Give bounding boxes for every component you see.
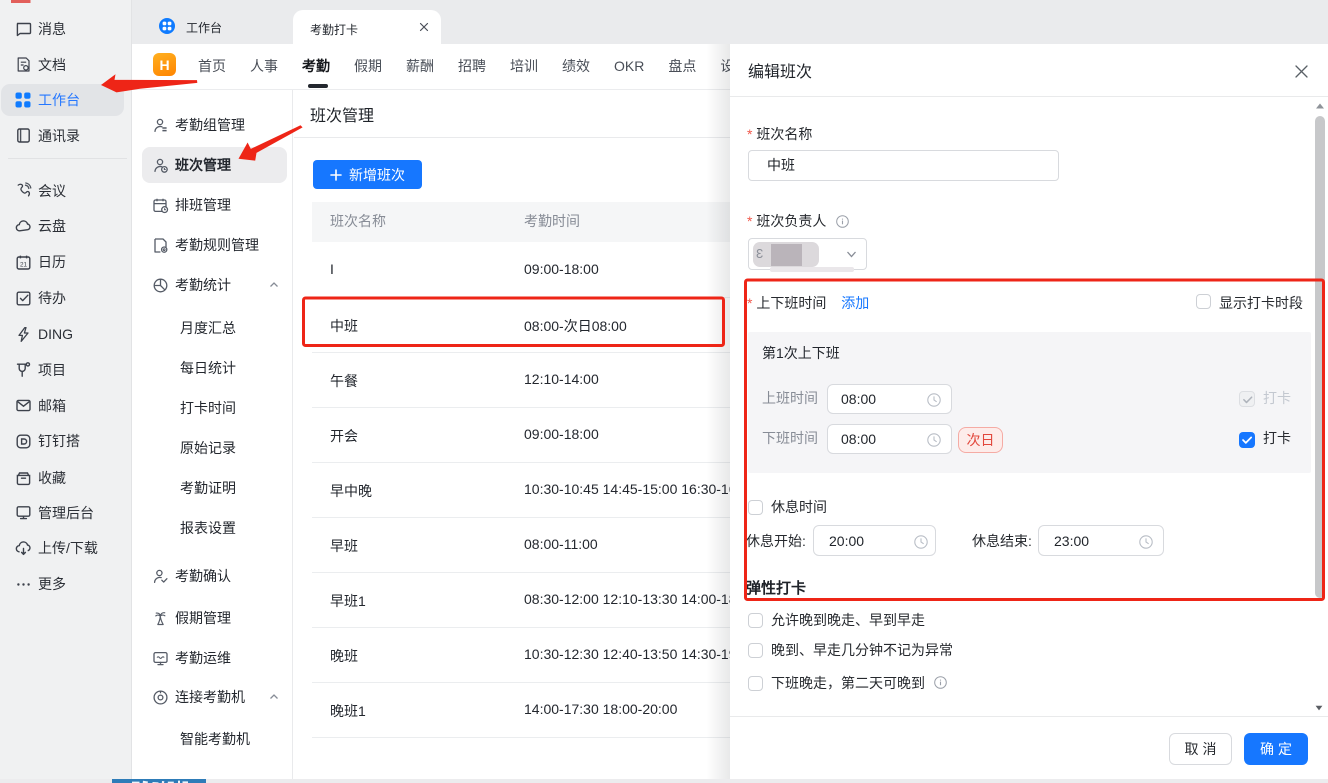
svg-text:21: 21 xyxy=(19,261,27,268)
